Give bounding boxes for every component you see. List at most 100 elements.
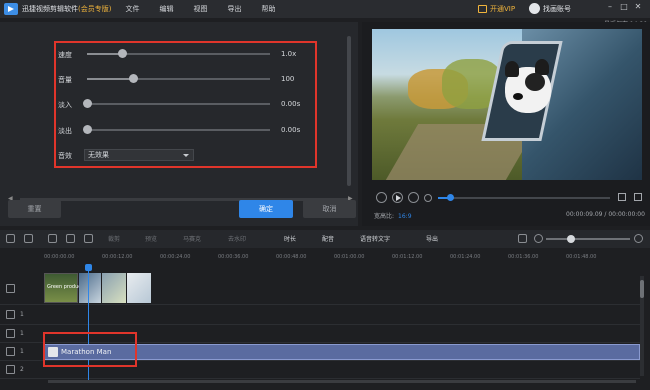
video-clip[interactable]: Green production (44, 273, 91, 303)
tool-duration[interactable]: 时长 (284, 234, 296, 243)
tool-export[interactable]: 导出 (426, 234, 438, 243)
maximize-icon[interactable]: □ (617, 2, 631, 11)
menu-help[interactable]: 帮助 (261, 4, 275, 14)
zoom-slider[interactable] (567, 235, 576, 243)
prev-frame-icon[interactable] (376, 192, 387, 203)
vip-button[interactable]: 开通VIP (478, 3, 515, 15)
track-number: 1 (20, 348, 24, 355)
panel-h-scrollbar[interactable] (20, 198, 350, 201)
play-icon (396, 195, 401, 201)
tick-label: 00:00:48.00 (276, 254, 307, 260)
crown-icon (478, 5, 487, 13)
pip-lane[interactable] (44, 305, 640, 325)
speed-fill (87, 53, 122, 55)
play-button[interactable] (392, 192, 403, 203)
fade-out-value: 0.00s (281, 126, 301, 134)
tick-label: 00:00:00.00 (44, 254, 75, 260)
account-label: 找画账号 (543, 4, 571, 13)
tick-label: 00:01:12.00 (392, 254, 423, 260)
reset-button[interactable]: 重置 (8, 200, 61, 218)
fit-icon[interactable] (518, 234, 527, 243)
title-bar: 迅捷视频剪辑软件(会员专版) 文件 编辑 视图 导出 帮助 开通VIP 找画账号… (0, 0, 650, 18)
highlight-box-audio-clip (43, 332, 137, 367)
account-button[interactable]: 找画账号 (529, 3, 571, 14)
speed-label: 速度 (58, 51, 72, 59)
vip-label: 开通VIP (490, 5, 516, 13)
dog-patch (525, 73, 545, 91)
undo-icon[interactable] (6, 234, 15, 243)
minimize-icon[interactable]: – (603, 2, 617, 11)
fade-in-track[interactable] (87, 103, 270, 105)
video-clip[interactable] (79, 273, 101, 303)
track-header-voice: 2 (0, 361, 44, 379)
timeline-v-scroll-thumb[interactable] (640, 280, 644, 298)
next-frame-icon[interactable] (408, 192, 419, 203)
track-header-pip: 1 (0, 305, 44, 325)
track-number: 1 (20, 330, 24, 337)
tool-mosaic[interactable]: 马赛克 (183, 234, 201, 243)
volume-icon[interactable] (618, 193, 626, 201)
pip-track-icon (6, 310, 15, 319)
tool-watermark[interactable]: 去水印 (228, 234, 246, 243)
menu-edit[interactable]: 编辑 (159, 4, 173, 14)
voice-track-icon (6, 365, 15, 374)
fade-out-label: 淡出 (58, 127, 72, 135)
tick-label: 00:00:36.00 (218, 254, 249, 260)
tool-crop[interactable]: 裁剪 (108, 234, 120, 243)
video-track-icon (6, 284, 15, 293)
effect-select[interactable]: 无效果 (84, 149, 194, 161)
fade-in-label: 淡入 (58, 101, 72, 109)
zoom-out-icon[interactable] (534, 234, 543, 243)
video-clip[interactable] (102, 273, 126, 303)
fullscreen-icon[interactable] (634, 193, 642, 201)
panel-scrollbar[interactable] (347, 36, 351, 186)
delete-icon[interactable] (84, 234, 93, 243)
time-ruler[interactable]: 00:00:00.00 00:00:12.00 00:00:24.00 00:0… (44, 254, 640, 266)
tool-preview[interactable]: 预览 (145, 234, 157, 243)
volume-fill (87, 78, 133, 80)
menu-bar: 文件 编辑 视图 导出 帮助 (125, 4, 275, 14)
volume-slider[interactable] (128, 74, 138, 83)
zoom-track[interactable] (546, 238, 630, 240)
edit-icon[interactable] (48, 234, 57, 243)
ok-button[interactable]: 确定 (239, 200, 293, 218)
cancel-button[interactable]: 取消 (303, 200, 356, 218)
zoom-in-icon[interactable] (634, 234, 643, 243)
video-preview[interactable] (372, 29, 642, 180)
track-header-text: 1 (0, 325, 44, 343)
player-controls (372, 192, 644, 206)
progress-track[interactable] (438, 197, 610, 199)
menu-view[interactable]: 视图 (193, 4, 207, 14)
fade-in-row: 淡入 0.00s (58, 98, 308, 110)
speed-slider[interactable] (117, 49, 127, 58)
aspect-ratio[interactable]: 宽高比: 16:9 (374, 211, 412, 220)
fade-out-slider[interactable] (83, 125, 92, 134)
effect-value: 无效果 (88, 151, 109, 159)
fade-in-slider[interactable] (83, 99, 92, 108)
tick-label: 00:01:48.00 (566, 254, 597, 260)
tick-label: 00:00:24.00 (160, 254, 191, 260)
stop-icon[interactable] (424, 194, 432, 202)
app-logo-icon (4, 3, 18, 15)
effect-label: 音效 (58, 152, 72, 160)
dog-nose (513, 93, 523, 100)
fade-out-track[interactable] (87, 129, 270, 131)
split-icon[interactable] (66, 234, 75, 243)
fade-out-row: 淡出 0.00s (58, 124, 308, 136)
volume-row: 音量 100 (58, 73, 308, 85)
tool-dubbing[interactable]: 配音 (322, 234, 334, 243)
chevron-down-icon (183, 154, 189, 157)
video-clip[interactable] (127, 273, 151, 303)
close-icon[interactable]: ✕ (631, 2, 645, 11)
fade-in-value: 0.00s (281, 100, 301, 108)
playhead-handle[interactable] (85, 264, 92, 271)
dog-ear (505, 61, 519, 77)
redo-icon[interactable] (24, 234, 33, 243)
tick-label: 00:00:12.00 (102, 254, 133, 260)
menu-export[interactable]: 导出 (227, 4, 241, 14)
window-controls: – □ ✕ (603, 2, 645, 11)
menu-file[interactable]: 文件 (125, 4, 139, 14)
timeline-h-scrollbar[interactable] (48, 380, 636, 383)
progress-knob[interactable] (447, 194, 455, 201)
tool-speech-to-text[interactable]: 语音转文字 (360, 234, 390, 243)
